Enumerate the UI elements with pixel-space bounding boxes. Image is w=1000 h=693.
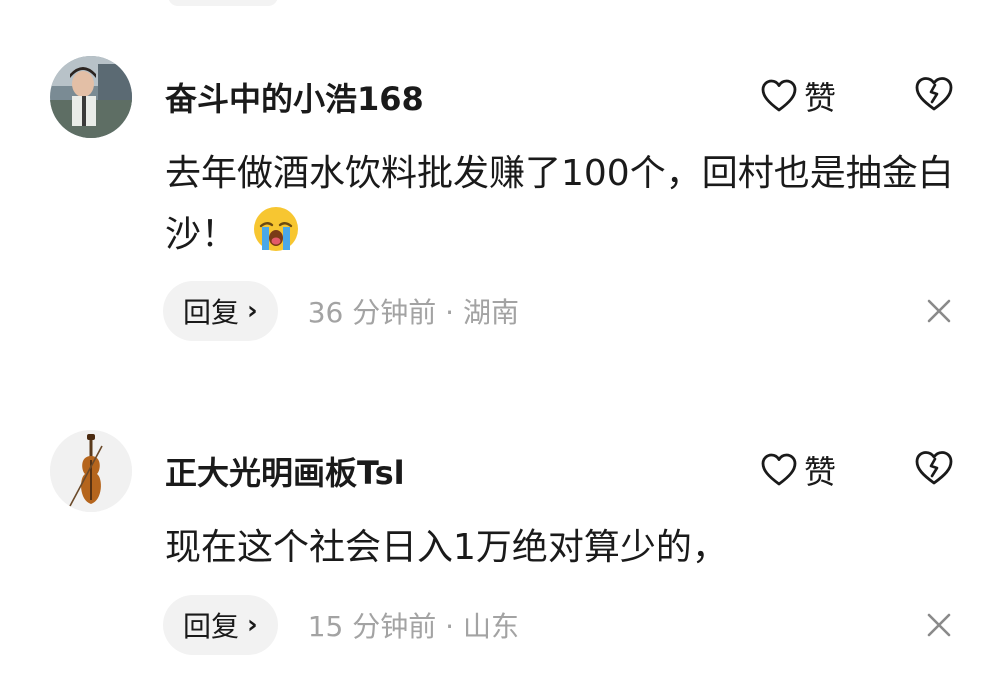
like-label: 赞 bbox=[804, 453, 837, 491]
heart-outline-icon bbox=[760, 453, 798, 487]
heart-outline-icon bbox=[760, 79, 798, 113]
previous-reply-button[interactable] bbox=[168, 0, 278, 6]
like-button[interactable]: 赞 bbox=[760, 74, 836, 118]
close-icon bbox=[926, 298, 952, 324]
comment-location: 山东 bbox=[462, 610, 519, 643]
comment-time: 36 分钟前 bbox=[307, 296, 437, 329]
comment-time: 15 分钟前 bbox=[307, 610, 437, 643]
comment-time-location: 15 分钟前 · 山东 bbox=[308, 605, 519, 645]
comment-text: 去年做酒水饮料批发赚了100个，回村也是抽金白沙！ bbox=[165, 144, 965, 265]
username[interactable]: 奋斗中的小浩168 bbox=[165, 74, 424, 120]
reply-label: 回复 bbox=[183, 296, 240, 329]
broken-heart-icon bbox=[914, 450, 954, 486]
like-button[interactable]: 赞 bbox=[760, 448, 836, 492]
comment-list: 奋斗中的小浩168 赞 去年做酒水饮料批发赚了100个，回村也是抽金白沙！ 回复… bbox=[0, 0, 1000, 693]
close-button[interactable] bbox=[926, 612, 952, 638]
comment-location: 湖南 bbox=[462, 296, 519, 329]
reply-button[interactable]: 回复 › bbox=[163, 595, 278, 655]
dislike-button[interactable] bbox=[914, 76, 954, 112]
person-photo-icon bbox=[50, 56, 132, 138]
comment-text-content: 现在这个社会日入1万绝对算少的， bbox=[165, 527, 728, 568]
comment-meta: 回复 › 36 分钟前 · 湖南 bbox=[163, 281, 519, 341]
reply-button[interactable]: 回复 › bbox=[163, 281, 278, 341]
loudly-crying-face-icon bbox=[251, 204, 301, 254]
avatar[interactable] bbox=[50, 56, 132, 138]
like-label: 赞 bbox=[804, 79, 837, 117]
close-button[interactable] bbox=[926, 298, 952, 324]
meta-separator: · bbox=[445, 296, 455, 329]
broken-heart-icon bbox=[914, 76, 954, 112]
close-icon bbox=[926, 612, 952, 638]
chevron-right-icon: › bbox=[247, 296, 258, 326]
dislike-button[interactable] bbox=[914, 450, 954, 486]
violin-icon bbox=[50, 430, 132, 512]
comment-meta: 回复 › 15 分钟前 · 山东 bbox=[163, 595, 519, 655]
username[interactable]: 正大光明画板Tsl bbox=[165, 448, 405, 494]
avatar[interactable] bbox=[50, 430, 132, 512]
reply-label: 回复 bbox=[183, 610, 240, 643]
chevron-right-icon: › bbox=[247, 610, 258, 640]
comment-time-location: 36 分钟前 · 湖南 bbox=[308, 291, 519, 331]
meta-separator: · bbox=[445, 610, 455, 643]
comment-text: 现在这个社会日入1万绝对算少的， bbox=[165, 518, 965, 578]
